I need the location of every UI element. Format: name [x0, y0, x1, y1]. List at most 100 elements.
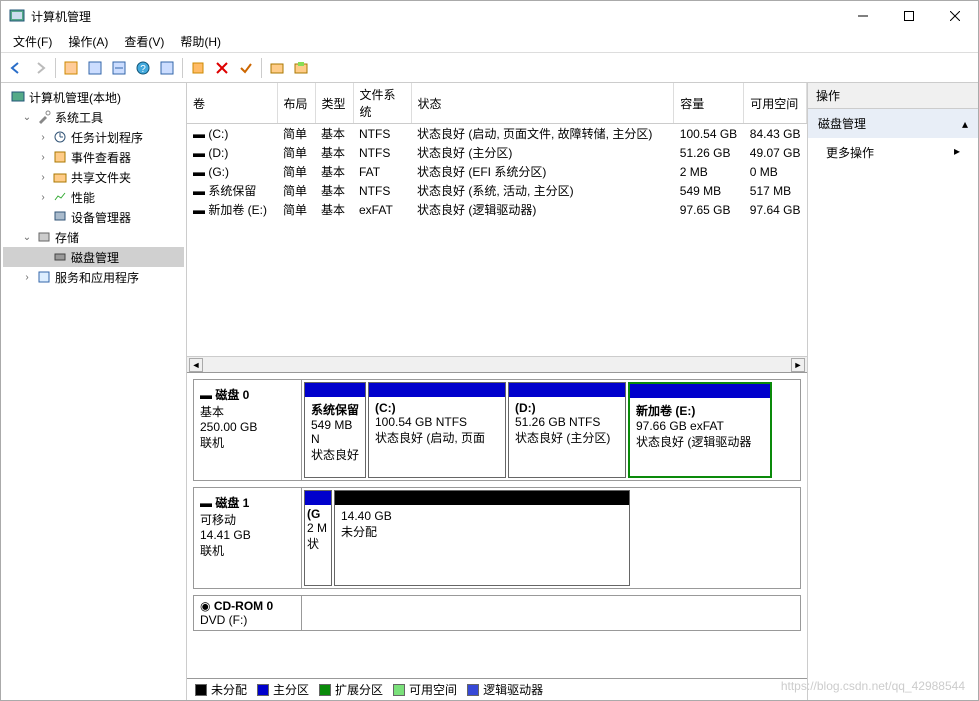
tree-performance[interactable]: › 性能 — [3, 187, 184, 207]
nav-tree[interactable]: 计算机管理(本地) ⌄ 系统工具 › 任务计划程序 › 事件查看器 › 共享文件… — [1, 83, 187, 700]
forward-button[interactable] — [29, 57, 51, 79]
expand-icon[interactable]: › — [37, 132, 49, 143]
close-button[interactable] — [932, 1, 978, 31]
col-free[interactable]: 可用空间 — [744, 83, 807, 124]
expand-icon[interactable]: › — [37, 192, 49, 203]
tree-disk-management[interactable]: › 磁盘管理 — [3, 247, 184, 267]
legend: 未分配 主分区 扩展分区 可用空间 逻辑驱动器 — [187, 678, 807, 700]
actions-header: 操作 — [808, 83, 978, 109]
toolbar-icon[interactable] — [60, 57, 82, 79]
storage-icon — [36, 229, 52, 245]
expand-icon[interactable]: › — [37, 172, 49, 183]
expand-icon[interactable]: ▸ — [954, 144, 960, 161]
tree-label: 设备管理器 — [71, 209, 131, 226]
partition[interactable]: (G 2 M 状 — [304, 490, 332, 586]
col-status[interactable]: 状态 — [411, 83, 674, 124]
menu-action[interactable]: 操作(A) — [60, 31, 116, 52]
log-icon — [52, 149, 68, 165]
check-icon[interactable] — [235, 57, 257, 79]
menu-view[interactable]: 查看(V) — [116, 31, 172, 52]
actions-section[interactable]: 磁盘管理 ▴ — [808, 109, 978, 138]
menu-help[interactable]: 帮助(H) — [172, 31, 229, 52]
table-row[interactable]: ▬ (D:)简单基本NTFS状态良好 (主分区)51.26 GB49.07 GB — [187, 143, 807, 162]
collapse-icon[interactable]: ▴ — [962, 117, 968, 131]
table-row[interactable]: ▬ 新加卷 (E:)简单基本exFAT状态良好 (逻辑驱动器)97.65 GB9… — [187, 200, 807, 219]
disk-label: ▬ 磁盘 0 基本 250.00 GB 联机 — [194, 380, 302, 480]
watermark: https://blog.csdn.net/qq_42988544 — [781, 679, 965, 693]
tree-services[interactable]: › 服务和应用程序 — [3, 267, 184, 287]
toolbar-settings-icon[interactable] — [187, 57, 209, 79]
tree-task-scheduler[interactable]: › 任务计划程序 — [3, 127, 184, 147]
tree-label: 存储 — [55, 229, 79, 246]
actions-panel: 操作 磁盘管理 ▴ 更多操作 ▸ — [808, 83, 978, 700]
col-capacity[interactable]: 容量 — [674, 83, 744, 124]
toolbar-icon[interactable] — [156, 57, 178, 79]
toolbar-icon[interactable] — [108, 57, 130, 79]
services-icon — [36, 269, 52, 285]
collapse-icon[interactable]: ⌄ — [21, 232, 33, 243]
device-icon — [52, 209, 68, 225]
tree-shared-folders[interactable]: › 共享文件夹 — [3, 167, 184, 187]
volume-icon: ▬ — [193, 127, 205, 141]
col-type[interactable]: 类型 — [315, 83, 353, 124]
disk-graphical-view[interactable]: ▬ 磁盘 0 基本 250.00 GB 联机 系统保留 549 MB N 状态良… — [187, 373, 807, 678]
partition[interactable]: (C:) 100.54 GB NTFS 状态良好 (启动, 页面 — [368, 382, 506, 478]
center-panel: 卷 布局 类型 文件系统 状态 容量 可用空间 ▬ (C:)简单基本NTFS状态… — [187, 83, 808, 700]
col-fs[interactable]: 文件系统 — [353, 83, 411, 124]
minimize-button[interactable] — [840, 1, 886, 31]
disk-label: ◉ CD-ROM 0 DVD (F:) — [194, 596, 302, 630]
toolbar-icon[interactable] — [84, 57, 106, 79]
disk-row[interactable]: ▬ 磁盘 1 可移动 14.41 GB 联机 (G 2 M 状 — [193, 487, 801, 589]
col-layout[interactable]: 布局 — [277, 83, 315, 124]
toolbar: ? — [1, 53, 978, 83]
table-row[interactable]: ▬ (C:)简单基本NTFS状态良好 (启动, 页面文件, 故障转储, 主分区)… — [187, 124, 807, 144]
disk-icon — [52, 249, 68, 265]
volume-icon: ▬ — [193, 203, 205, 217]
horizontal-scrollbar[interactable]: ◄ ► — [187, 356, 807, 372]
tree-label: 计算机管理(本地) — [29, 89, 121, 106]
toolbar-icon[interactable] — [290, 57, 312, 79]
maximize-button[interactable] — [886, 1, 932, 31]
table-row[interactable]: ▬ (G:)简单基本FAT状态良好 (EFI 系统分区)2 MB0 MB — [187, 162, 807, 181]
volume-list[interactable]: 卷 布局 类型 文件系统 状态 容量 可用空间 ▬ (C:)简单基本NTFS状态… — [187, 83, 807, 373]
tree-event-viewer[interactable]: › 事件查看器 — [3, 147, 184, 167]
volume-icon: ▬ — [193, 165, 205, 179]
disk-row[interactable]: ◉ CD-ROM 0 DVD (F:) — [193, 595, 801, 631]
help-icon[interactable]: ? — [132, 57, 154, 79]
scroll-left-icon[interactable]: ◄ — [189, 358, 203, 372]
partition-unallocated[interactable]: 14.40 GB 未分配 — [334, 490, 630, 586]
col-volume[interactable]: 卷 — [187, 83, 277, 124]
tree-system-tools[interactable]: ⌄ 系统工具 — [3, 107, 184, 127]
tree-storage[interactable]: ⌄ 存储 — [3, 227, 184, 247]
menu-file[interactable]: 文件(F) — [5, 31, 60, 52]
disk-row[interactable]: ▬ 磁盘 0 基本 250.00 GB 联机 系统保留 549 MB N 状态良… — [193, 379, 801, 481]
cdrom-icon: ◉ — [200, 599, 210, 613]
partition[interactable]: 系统保留 549 MB N 状态良好 — [304, 382, 366, 478]
disk-icon: ▬ — [200, 496, 212, 510]
tree-label: 磁盘管理 — [71, 249, 119, 266]
partition[interactable]: (D:) 51.26 GB NTFS 状态良好 (主分区) — [508, 382, 626, 478]
volume-icon: ▬ — [193, 184, 205, 198]
disk-icon: ▬ — [200, 388, 212, 402]
tree-label: 服务和应用程序 — [55, 269, 139, 286]
expand-icon[interactable]: › — [21, 272, 33, 283]
partition-selected[interactable]: 新加卷 (E:) 97.66 GB exFAT 状态良好 (逻辑驱动器 — [628, 382, 772, 478]
main-area: 计算机管理(本地) ⌄ 系统工具 › 任务计划程序 › 事件查看器 › 共享文件… — [1, 83, 978, 700]
scroll-right-icon[interactable]: ► — [791, 358, 805, 372]
expand-icon[interactable]: › — [37, 152, 49, 163]
toolbar-icon[interactable] — [266, 57, 288, 79]
window-title: 计算机管理 — [31, 8, 840, 25]
tree-root[interactable]: 计算机管理(本地) — [3, 87, 184, 107]
actions-more[interactable]: 更多操作 ▸ — [808, 138, 978, 167]
tree-device-manager[interactable]: › 设备管理器 — [3, 207, 184, 227]
delete-icon[interactable] — [211, 57, 233, 79]
perf-icon — [52, 189, 68, 205]
tree-label: 系统工具 — [55, 109, 103, 126]
disk-label: ▬ 磁盘 1 可移动 14.41 GB 联机 — [194, 488, 302, 588]
computer-icon — [10, 89, 26, 105]
title-bar: 计算机管理 — [1, 1, 978, 31]
back-button[interactable] — [5, 57, 27, 79]
app-icon — [9, 8, 25, 24]
collapse-icon[interactable]: ⌄ — [21, 112, 33, 123]
table-row[interactable]: ▬ 系统保留简单基本NTFS状态良好 (系统, 活动, 主分区)549 MB51… — [187, 181, 807, 200]
